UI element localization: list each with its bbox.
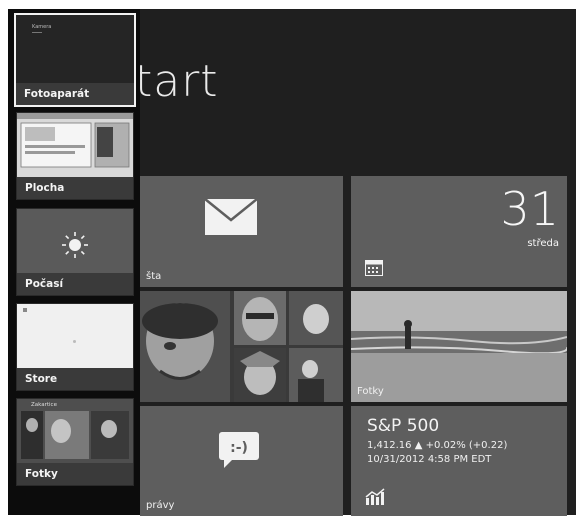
finance-index-name: S&P 500 bbox=[367, 416, 440, 436]
switcher-label: Store bbox=[17, 368, 133, 390]
finance-quote: 1,412.16 ▲ +0.02% (+0.22) bbox=[367, 440, 508, 451]
store-thumb-icon bbox=[23, 308, 27, 312]
switcher-item-photos[interactable]: Zakartice Fotky bbox=[16, 398, 134, 486]
emoticon-text: :-) bbox=[230, 440, 248, 456]
tile-photos-caption: Fotky bbox=[357, 386, 384, 397]
switcher-item-camera[interactable]: Kamera Fotoaparát bbox=[14, 13, 136, 107]
tile-photos[interactable]: Fotky bbox=[351, 291, 567, 402]
calendar-day-name: středa bbox=[527, 238, 559, 249]
switcher-label: Plocha bbox=[17, 177, 133, 199]
loading-dot bbox=[73, 340, 76, 343]
speech-bubble-icon: :-) bbox=[219, 432, 259, 468]
switcher-item-desktop[interactable]: Plocha bbox=[16, 112, 134, 200]
calendar-icon bbox=[365, 260, 383, 276]
tile-messaging[interactable]: :-) právy bbox=[140, 406, 343, 516]
switcher-label: Fotky bbox=[17, 463, 133, 485]
chart-icon bbox=[365, 488, 385, 505]
people-photo-collage bbox=[140, 291, 343, 402]
switcher-item-store[interactable]: Store bbox=[16, 303, 134, 391]
camera-thumbnail: Kamera bbox=[16, 15, 134, 81]
tile-finance[interactable]: S&P 500 1,412.16 ▲ +0.02% (+0.22) 10/31/… bbox=[351, 406, 567, 516]
photos-thumb-text: Zakartice bbox=[31, 402, 57, 408]
app-switcher: Kamera Fotoaparát Plocha Počasí Store Za… bbox=[8, 9, 140, 515]
switcher-label: Počasí bbox=[17, 273, 133, 295]
camera-thumb-line bbox=[32, 32, 42, 33]
tile-mail-caption: šta bbox=[146, 271, 162, 282]
switcher-item-weather[interactable]: Počasí bbox=[16, 208, 134, 296]
tile-people[interactable] bbox=[140, 291, 343, 402]
envelope-icon bbox=[204, 198, 258, 235]
tile-messaging-caption: právy bbox=[146, 500, 175, 511]
finance-timestamp: 10/31/2012 4:58 PM EDT bbox=[367, 454, 492, 465]
tile-mail[interactable]: šta bbox=[140, 176, 343, 287]
switcher-label: Fotoaparát bbox=[16, 83, 134, 105]
tile-calendar[interactable]: 31 středa bbox=[351, 176, 567, 287]
start-title: tart bbox=[135, 56, 219, 107]
desktop-thumbnail bbox=[17, 113, 133, 177]
photos-thumbnail bbox=[17, 399, 133, 463]
camera-thumb-text: Kamera bbox=[32, 24, 52, 30]
sun-icon bbox=[62, 232, 88, 258]
calendar-day-number: 31 bbox=[500, 182, 559, 236]
